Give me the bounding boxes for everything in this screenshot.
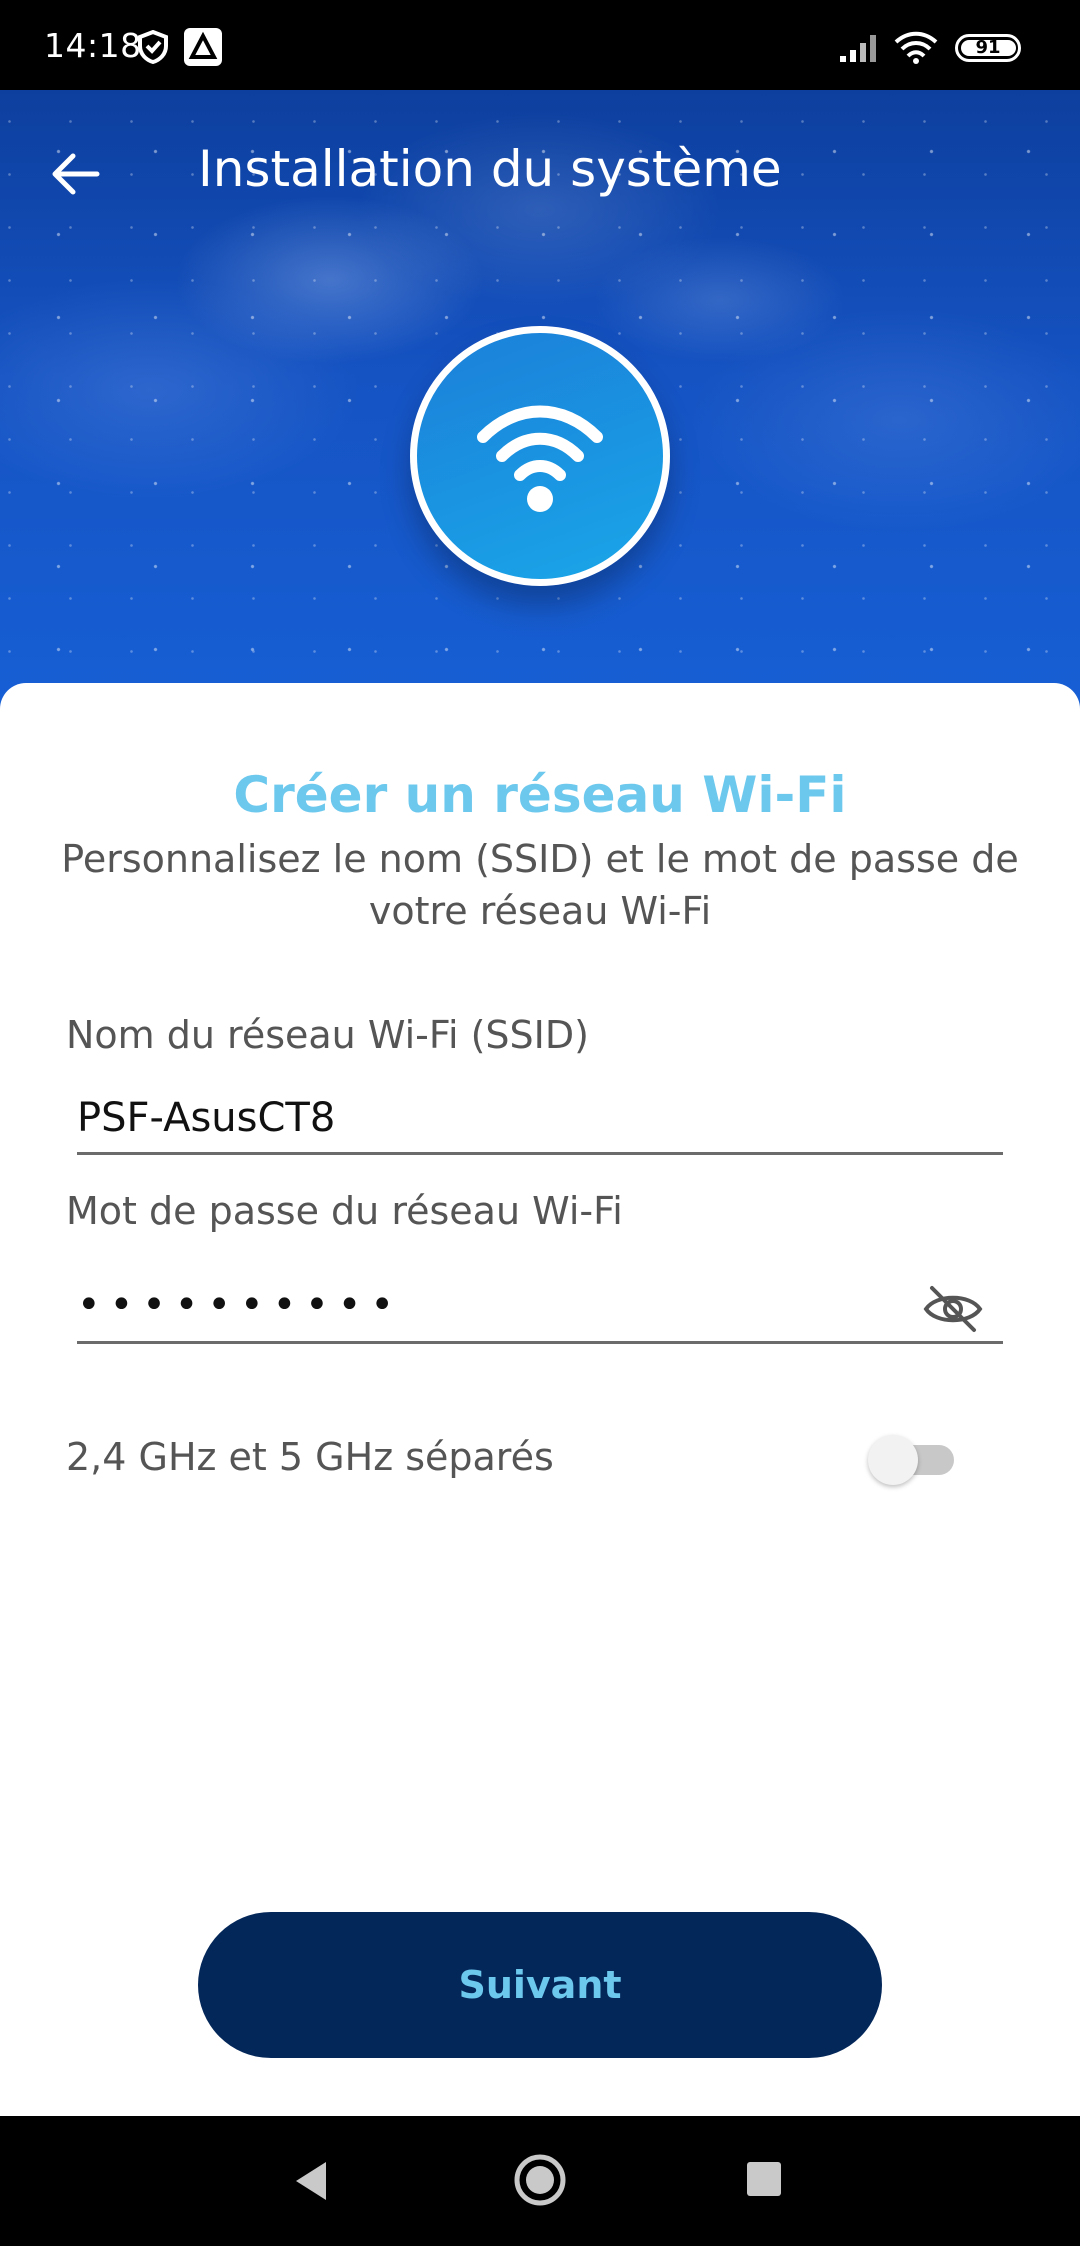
hero-banner: Installation du système [0,90,1080,730]
battery-text: 91 [975,37,1001,58]
ssid-label: Nom du réseau Wi-Fi (SSID) [66,1013,589,1057]
system-nav-bar [0,2116,1080,2246]
toggle-password-visibility-button[interactable] [918,1274,988,1344]
shield-icon [138,30,168,64]
wifi-icon [894,31,938,64]
battery-icon: 91 [955,34,1021,62]
toggle-thumb [868,1435,918,1485]
wifi-setup-card: Créer un réseau Wi-Fi Personnalisez le n… [0,683,1080,2116]
separate-bands-toggle[interactable] [868,1435,958,1485]
section-title: Créer un réseau Wi-Fi [233,766,847,824]
arrow-left-icon [52,153,100,195]
section-subtitle: Personnalisez le nom (SSID) et le mot de… [61,837,1019,933]
next-button[interactable]: Suivant [198,1912,882,2058]
wifi-badge [410,326,670,586]
status-time: 14:18 [44,26,142,65]
eye-off-icon [923,1286,983,1332]
back-button[interactable] [44,142,108,206]
status-bar: 14:18 91 [0,0,1080,90]
wifi-icon [477,405,603,512]
page-title: Installation du système [198,140,782,198]
password-label: Mot de passe du réseau Wi-Fi [66,1189,623,1233]
nav-back-icon[interactable] [290,2158,336,2204]
nav-home-icon[interactable] [513,2153,567,2207]
signal-icon [840,35,876,62]
separate-bands-label: 2,4 GHz et 5 GHz séparés [66,1435,554,1479]
nav-recents-icon[interactable] [747,2162,781,2196]
app-icon [184,28,222,66]
password-input[interactable] [77,1268,1003,1344]
ssid-input[interactable] [77,1083,1003,1155]
